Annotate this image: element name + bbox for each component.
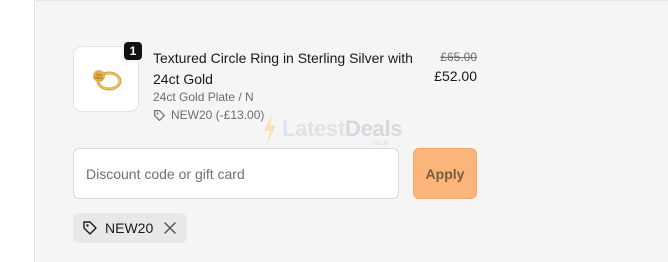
tag-icon xyxy=(83,221,97,235)
tag-icon xyxy=(154,109,165,121)
gold-ring-image xyxy=(93,70,122,91)
line-discount-text: NEW20 (-£13.00) xyxy=(171,108,265,122)
line-discount: NEW20 (-£13.00) xyxy=(153,108,264,122)
remove-discount-button[interactable] xyxy=(163,221,177,235)
close-icon xyxy=(164,222,176,234)
original-price: £65.00 xyxy=(440,50,477,64)
cart-line-item: 1 Textured Circle Ring in Sterling Silve… xyxy=(73,40,477,126)
applied-discount-code: NEW20 xyxy=(105,220,154,236)
quantity-badge: 1 xyxy=(122,40,144,62)
discount-code-input[interactable] xyxy=(73,148,399,199)
applied-discount-chip: NEW20 xyxy=(73,213,188,243)
product-title: Textured Circle Ring in Sterling Silver … xyxy=(153,50,413,87)
product-variant: 24ct Gold Plate / N xyxy=(153,90,254,104)
apply-discount-button[interactable]: Apply xyxy=(413,148,477,199)
sale-price: £52.00 xyxy=(434,68,477,84)
left-column xyxy=(0,0,35,262)
